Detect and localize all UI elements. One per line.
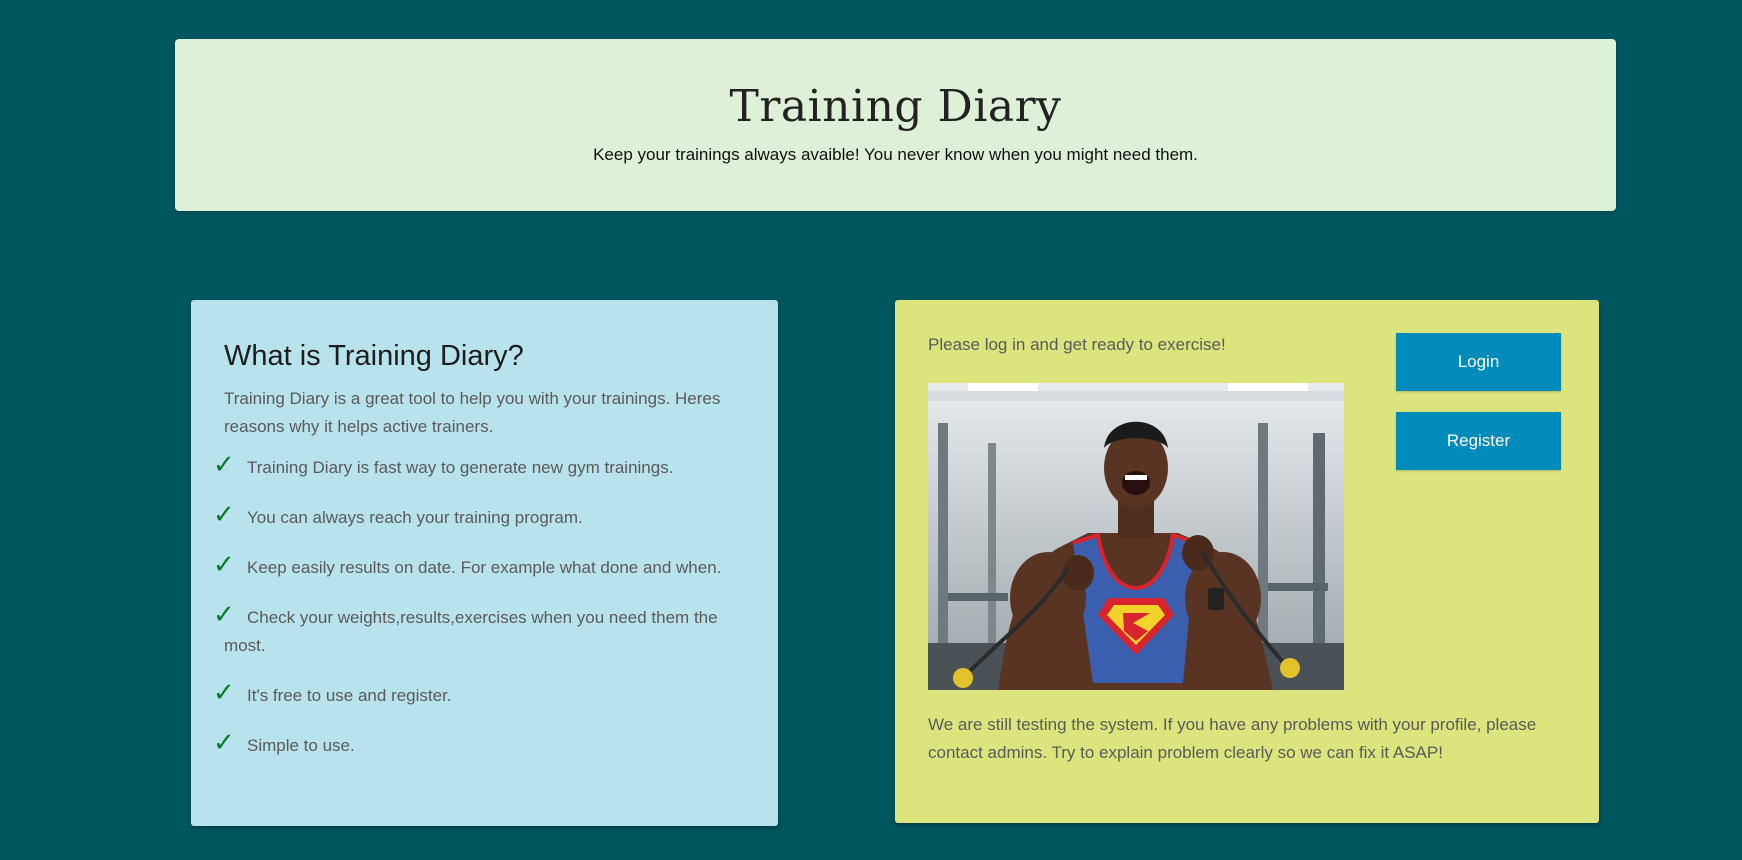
check-icon: ✓	[213, 549, 235, 579]
testing-notice: We are still testing the system. If you …	[928, 715, 1537, 762]
about-heading: What is Training Diary?	[224, 340, 524, 372]
check-icon: ✓	[213, 599, 235, 629]
benefits-list: ✓ Training Diary is fast way to generate …	[213, 450, 745, 760]
check-icon: ✓	[213, 677, 235, 707]
login-button[interactable]: Login	[1396, 333, 1561, 391]
auth-panel: Please log in and get ready to exercise!	[895, 300, 1599, 823]
about-panel: What is Training Diary? Training Diary i…	[191, 300, 778, 826]
benefit-text: Check your weights,results,exercises whe…	[224, 608, 718, 655]
site-tagline: Keep your trainings always avaible! You …	[593, 145, 1198, 165]
benefit-text: Keep easily results on date. For example…	[247, 558, 722, 577]
list-item: ✓ You can always reach your training prog…	[213, 500, 745, 532]
list-item: ✓ Keep easily results on date. For exampl…	[213, 550, 745, 582]
list-item: ✓ Simple to use.	[213, 728, 745, 760]
check-icon: ✓	[213, 449, 235, 479]
list-item: ✓ Check your weights,results,exercises wh…	[213, 600, 745, 660]
check-icon: ✓	[213, 499, 235, 529]
athlete-photo	[928, 383, 1344, 690]
register-button[interactable]: Register	[1396, 412, 1561, 470]
site-header: Training Diary Keep your trainings alway…	[175, 39, 1616, 211]
list-item: ✓ It's free to use and register.	[213, 678, 745, 710]
benefit-text: Simple to use.	[247, 736, 355, 755]
login-prompt: Please log in and get ready to exercise!	[928, 335, 1226, 354]
benefit-text: It's free to use and register.	[247, 686, 452, 705]
list-item: ✓ Training Diary is fast way to generate …	[213, 450, 745, 482]
about-intro: Training Diary is a great tool to help y…	[224, 389, 721, 436]
benefit-text: Training Diary is fast way to generate n…	[247, 458, 674, 477]
benefit-text: You can always reach your training progr…	[247, 508, 583, 527]
check-icon: ✓	[213, 727, 235, 757]
site-title: Training Diary	[729, 81, 1062, 132]
